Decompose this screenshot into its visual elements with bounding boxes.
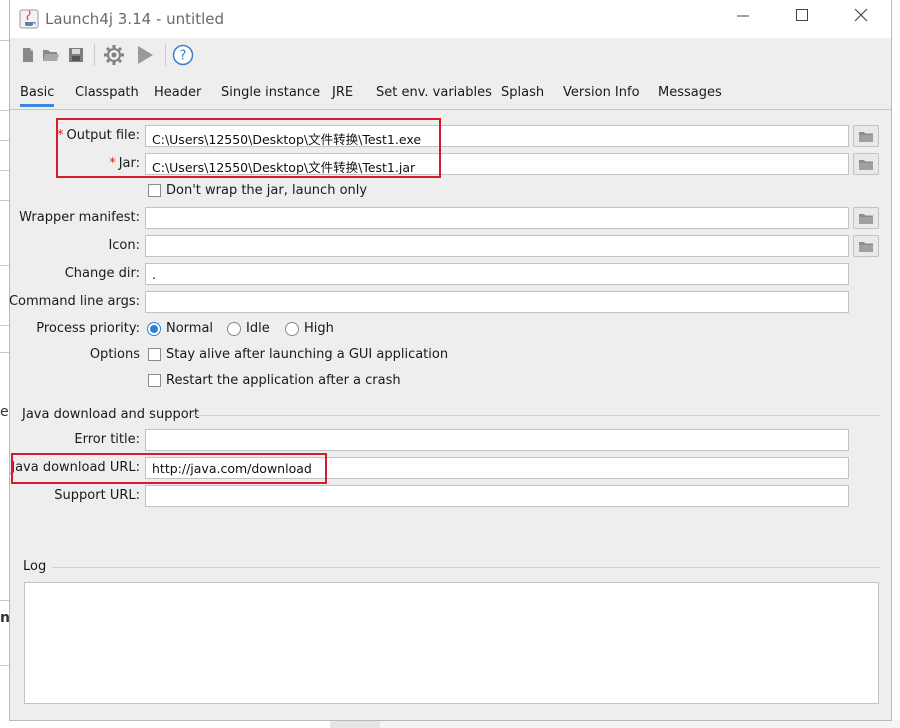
close-button[interactable] [849,8,873,30]
java-download-section-title: Java download and support [22,407,200,422]
maximize-icon [796,9,808,21]
run-icon [138,46,153,64]
folder-icon [859,131,873,142]
output-file-browse-button[interactable] [853,125,879,147]
support-url-label: Support URL: [54,488,140,503]
tab-jre[interactable]: JRE [332,85,353,100]
change-dir-field[interactable]: . [145,263,849,285]
toolbar: ? [10,38,891,72]
priority-normal-radio[interactable] [147,322,161,336]
icon-label: Icon: [108,238,140,253]
java-app-icon [19,9,39,29]
process-priority-label: Process priority: [36,321,140,336]
help-button[interactable]: ? [170,43,196,67]
svg-text:?: ? [180,49,187,64]
background-window [380,720,900,728]
stay-alive-label: Stay alive after launching a GUI applica… [166,347,449,362]
minimize-icon [737,15,749,17]
test-wrapper-button[interactable] [132,43,158,67]
title-bar: Launch4j 3.14 - untitled [10,0,891,38]
launch4j-window: Launch4j 3.14 - untitled ? Basic Classpa… [9,0,892,721]
support-url-field[interactable] [145,485,849,507]
folder-icon [859,159,873,170]
maximize-button[interactable] [790,8,814,30]
log-textarea[interactable] [24,582,879,704]
section-divider [52,567,880,568]
restart-after-crash-label: Restart the application after a crash [166,373,401,388]
priority-high-label: High [304,321,334,336]
error-title-field[interactable] [145,429,849,451]
new-button[interactable] [16,43,40,67]
wrapper-manifest-label: Wrapper manifest: [19,210,140,225]
background-glyph: e [0,404,9,420]
background-window [330,720,380,728]
priority-idle-radio[interactable] [227,322,241,336]
wrapper-manifest-field[interactable] [145,207,849,229]
change-dir-label: Change dir: [64,266,140,281]
tab-version-info[interactable]: Version Info [563,85,640,100]
help-icon: ? [172,44,194,66]
save-icon [69,48,83,62]
tab-classpath[interactable]: Classpath [75,85,139,100]
tab-header[interactable]: Header [154,85,201,100]
error-title-label: Error title: [74,432,140,447]
window-title: Launch4j 3.14 - untitled [45,10,225,28]
icon-field[interactable] [145,235,849,257]
tab-bar: Basic Classpath Header Single instance J… [10,80,891,110]
folder-icon [859,213,873,224]
tab-basic[interactable]: Basic [20,85,55,107]
icon-browse-button[interactable] [853,235,879,257]
options-label: Options [89,347,140,362]
priority-idle-label: Idle [246,321,270,336]
settings-icon [104,45,124,65]
close-icon [854,8,868,22]
stay-alive-checkbox[interactable] [148,348,161,361]
priority-high-radio[interactable] [285,322,299,336]
new-icon [23,48,33,62]
annotation-highlight-box [56,118,441,178]
annotation-highlight-box [11,453,327,484]
section-divider [192,415,880,416]
command-line-args-field[interactable] [145,291,849,313]
dont-wrap-checkbox[interactable] [148,184,161,197]
folder-icon [859,241,873,252]
minimize-button[interactable] [731,8,755,30]
jar-browse-button[interactable] [853,153,879,175]
open-button[interactable] [39,43,63,67]
priority-normal-label: Normal [166,321,214,336]
tab-splash[interactable]: Splash [501,85,544,100]
save-button[interactable] [64,43,88,67]
log-section-title: Log [23,559,47,574]
dont-wrap-label: Don't wrap the jar, launch only [166,183,368,198]
build-wrapper-button[interactable] [101,43,127,67]
tab-messages[interactable]: Messages [658,85,722,100]
command-line-args-label: Command line args: [8,294,140,309]
wrapper-manifest-browse-button[interactable] [853,207,879,229]
tab-single-instance[interactable]: Single instance [221,85,320,100]
open-icon [43,50,59,61]
restart-after-crash-checkbox[interactable] [148,374,161,387]
tab-set-env-variables[interactable]: Set env. variables [376,85,492,100]
